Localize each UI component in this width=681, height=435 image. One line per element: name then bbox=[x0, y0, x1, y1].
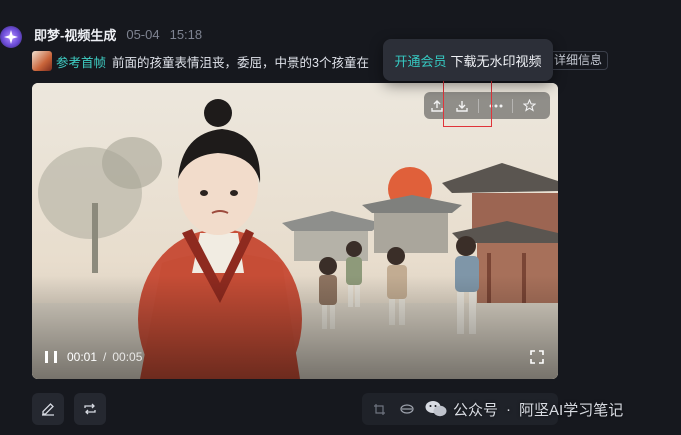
current-time: 00:01 bbox=[67, 350, 98, 364]
pause-icon[interactable] bbox=[45, 351, 57, 363]
watermark-platform: 公众号 bbox=[453, 401, 499, 419]
lip-sync-icon[interactable] bbox=[400, 402, 414, 416]
app-logo bbox=[0, 26, 22, 48]
message-time: 15:18 bbox=[169, 26, 203, 42]
app-name: 即梦-视频生成 bbox=[34, 27, 117, 43]
share-icon[interactable] bbox=[424, 92, 449, 119]
time-separator: / bbox=[103, 350, 107, 364]
reference-frame-thumbnail[interactable] bbox=[32, 51, 52, 71]
total-time: 00:05 bbox=[112, 350, 143, 364]
fullscreen-icon[interactable] bbox=[530, 350, 544, 364]
message-date: 05-04 bbox=[126, 26, 160, 42]
more-icon[interactable] bbox=[483, 92, 508, 119]
watermark-account: 阿坚AI学习笔记 bbox=[519, 401, 624, 419]
wechat-icon bbox=[425, 401, 447, 417]
reference-frame-label[interactable]: 参考首帧 bbox=[56, 52, 106, 71]
star-icon[interactable] bbox=[517, 92, 542, 119]
regenerate-icon bbox=[84, 403, 96, 415]
prompt-text: 前面的孩童表情沮丧，委屈，中景的3个孩童在 bbox=[112, 55, 369, 70]
detail-info-button[interactable]: 详细信息 bbox=[548, 51, 609, 70]
watermark-dot: · bbox=[506, 400, 512, 418]
edit-button[interactable] bbox=[32, 393, 64, 425]
open-vip-link[interactable]: 开通会员 bbox=[394, 51, 446, 70]
video-frame-illustration bbox=[32, 83, 558, 379]
video-player[interactable] bbox=[32, 83, 558, 379]
wechat-watermark: 公众号 · 阿坚AI学习笔记 bbox=[425, 398, 623, 420]
download-icon[interactable] bbox=[449, 92, 474, 119]
sparkle-icon bbox=[4, 30, 18, 44]
player-controls: 00:01 / 00:05 bbox=[45, 348, 142, 366]
toolbar-divider bbox=[478, 98, 479, 113]
edit-icon bbox=[42, 403, 54, 416]
download-tooltip: 开通会员 下载无水印视频 bbox=[383, 39, 553, 81]
prompt-row: 参考首帧 前面的孩童表情沮丧，委屈，中景的3个孩童在 bbox=[32, 51, 369, 71]
regenerate-button[interactable] bbox=[74, 393, 106, 425]
video-toolbar bbox=[424, 92, 550, 119]
tooltip-message: 下载无水印视频 bbox=[450, 53, 542, 69]
toolbar-divider bbox=[512, 98, 513, 113]
message-header: 即梦-视频生成 05-04 15:18 bbox=[34, 26, 203, 43]
crop-icon[interactable] bbox=[372, 402, 386, 416]
